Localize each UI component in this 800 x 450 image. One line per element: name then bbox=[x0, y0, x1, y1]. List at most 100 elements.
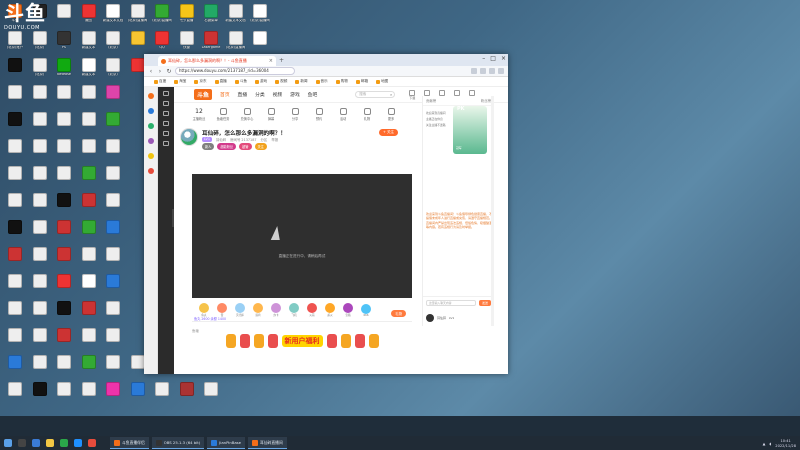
video-player[interactable]: 直播正在进行中，请稍后再试 bbox=[192, 174, 412, 298]
search-icon[interactable]: ⌕ bbox=[390, 92, 392, 97]
desktop-icon[interactable]: (北京)直播间 bbox=[127, 4, 149, 34]
desktop-icon[interactable] bbox=[4, 274, 26, 304]
minimize-button[interactable]: – bbox=[482, 55, 485, 62]
start-icon[interactable] bbox=[4, 439, 12, 447]
report-link[interactable]: 举报 bbox=[271, 137, 278, 142]
streamer-badge[interactable]: 新人 bbox=[202, 143, 215, 150]
desktop-icon[interactable] bbox=[29, 328, 51, 358]
desktop-icon[interactable]: 新建文本 bbox=[78, 58, 100, 88]
desktop-icon[interactable] bbox=[78, 355, 100, 385]
desktop-icon[interactable]: 撤回 bbox=[78, 4, 100, 34]
volume-icon[interactable]: ◖ bbox=[769, 442, 771, 446]
desktop-icon[interactable]: (北京) bbox=[102, 31, 124, 61]
nav-home[interactable]: 首页 bbox=[220, 93, 230, 98]
room-action[interactable]: 鱼塘任务 bbox=[216, 107, 230, 121]
desktop-icon[interactable] bbox=[127, 382, 149, 412]
taskbar-app-button[interactable]: JianPinBase bbox=[207, 437, 245, 449]
taskbar-app-button[interactable]: OBS 25.1.3 (64 bit) bbox=[151, 437, 205, 449]
desktop-icon[interactable] bbox=[102, 247, 124, 277]
desktop-icon[interactable] bbox=[4, 220, 26, 250]
network-icon[interactable]: ▲ bbox=[763, 442, 766, 446]
sidenav-video[interactable] bbox=[162, 121, 171, 127]
tab-fans[interactable]: 粉丝榜 bbox=[481, 98, 491, 103]
desktop-icon[interactable]: (北京)账户 bbox=[4, 31, 26, 61]
gift-item[interactable]: 火箭 bbox=[306, 303, 318, 317]
desktop-icon[interactable] bbox=[53, 220, 75, 250]
browser-tab-active[interactable]: 耳仙碎，怎么那么多漏洞的啊？！- 斗鱼直播 × bbox=[158, 56, 276, 66]
desktop-icon[interactable] bbox=[102, 328, 124, 358]
desktop-icon[interactable] bbox=[53, 247, 75, 277]
desktop-icon[interactable] bbox=[29, 220, 51, 250]
new-tab-button[interactable]: + bbox=[279, 56, 284, 66]
gift-item[interactable]: 超火 bbox=[324, 303, 336, 317]
desktop-icon[interactable]: 新建文本 bbox=[78, 31, 100, 61]
chat-input[interactable]: 这里输入聊天内容 bbox=[426, 299, 476, 306]
desktop-icon[interactable] bbox=[53, 301, 75, 331]
desktop-icon[interactable] bbox=[78, 193, 100, 223]
desktop-icon[interactable] bbox=[53, 139, 75, 169]
desktop-icon[interactable] bbox=[29, 112, 51, 142]
desktop-icon[interactable]: 七夕直播 bbox=[176, 4, 198, 34]
desktop-icon[interactable] bbox=[78, 112, 100, 142]
desktop-icon[interactable]: Netease bbox=[53, 58, 75, 88]
clock[interactable]: 10:41 2022/11/28 bbox=[775, 439, 796, 449]
site-search-input[interactable]: 搜索 ⌕ bbox=[355, 91, 396, 98]
close-window-button[interactable]: × bbox=[501, 55, 506, 62]
desktop-icon[interactable] bbox=[53, 112, 75, 142]
desktop-icon[interactable] bbox=[200, 382, 222, 412]
desktop-icon[interactable] bbox=[4, 58, 26, 88]
desktop-icon[interactable] bbox=[29, 193, 51, 223]
desktop-icon[interactable] bbox=[4, 301, 26, 331]
desktop-icon[interactable] bbox=[4, 112, 26, 142]
gift-item[interactable]: 荧光棒 bbox=[234, 303, 246, 317]
desktop-icon[interactable] bbox=[78, 328, 100, 358]
bookmark-item[interactable]: 地图 bbox=[376, 79, 388, 84]
reload-button[interactable]: ↻ bbox=[166, 68, 172, 75]
room-category[interactable]: 分区 bbox=[261, 137, 268, 142]
folder-icon[interactable] bbox=[46, 439, 54, 447]
app-icon[interactable] bbox=[60, 439, 68, 447]
bookmark-item[interactable]: 新闻 bbox=[295, 79, 308, 84]
desktop-icon[interactable] bbox=[102, 301, 124, 331]
bookmark-item[interactable]: 直播 bbox=[214, 79, 227, 84]
taskbar-app-button[interactable]: 斗鱼直播伴侣 bbox=[110, 437, 149, 449]
desktop-icon[interactable] bbox=[102, 355, 124, 385]
sidebar-app-icon[interactable] bbox=[147, 138, 154, 144]
gift-item[interactable]: 办卡 bbox=[270, 303, 282, 317]
user-avatar[interactable] bbox=[426, 314, 434, 322]
bookmark-item[interactable]: 游戏 bbox=[254, 79, 267, 84]
pk-rank-card[interactable]: PK 冠军 bbox=[453, 106, 487, 154]
desktop-icon[interactable] bbox=[102, 166, 124, 196]
site-logo[interactable]: 斗鱼 bbox=[194, 89, 213, 100]
desktop-icon[interactable]: (北京)直播间 bbox=[249, 4, 271, 34]
desktop-icon[interactable] bbox=[78, 85, 100, 115]
nav-category[interactable]: 分类 bbox=[255, 93, 265, 98]
sidenav-home[interactable] bbox=[162, 91, 171, 97]
send-button[interactable]: 发送 bbox=[478, 299, 491, 306]
desktop-icon[interactable] bbox=[151, 382, 173, 412]
desktop-icon[interactable] bbox=[53, 193, 75, 223]
desktop-icon[interactable] bbox=[102, 193, 124, 223]
streamer-badge[interactable]: 超能粉丝 bbox=[217, 143, 237, 150]
desktop-icon[interactable] bbox=[102, 220, 124, 250]
bookmark-item[interactable]: 京东 bbox=[194, 79, 207, 84]
nav-live[interactable]: 直播 bbox=[238, 93, 248, 98]
desktop-icon[interactable] bbox=[78, 220, 100, 250]
desktop-icon[interactable] bbox=[102, 274, 124, 304]
room-action[interactable]: 更多 bbox=[384, 107, 398, 121]
gift-item[interactable]: 宝箱 bbox=[342, 303, 354, 317]
search-icon[interactable] bbox=[18, 439, 26, 447]
desktop-icon[interactable] bbox=[102, 85, 124, 115]
nav-game[interactable]: 游戏 bbox=[290, 93, 300, 98]
room-action[interactable]: 预约 bbox=[312, 107, 326, 121]
streamer-name[interactable]: 耳仙碎 bbox=[216, 137, 226, 142]
sidebar-app-icon[interactable] bbox=[147, 108, 154, 114]
desktop-icon[interactable]: (北京) bbox=[29, 31, 51, 61]
desktop-icon[interactable] bbox=[4, 166, 26, 196]
tab-close-icon[interactable]: × bbox=[269, 58, 273, 64]
desktop-icon[interactable] bbox=[53, 274, 75, 304]
desktop-icon[interactable] bbox=[4, 328, 26, 358]
download-icon[interactable] bbox=[489, 68, 495, 74]
desktop-icon[interactable] bbox=[53, 355, 75, 385]
desktop-icon[interactable] bbox=[78, 139, 100, 169]
